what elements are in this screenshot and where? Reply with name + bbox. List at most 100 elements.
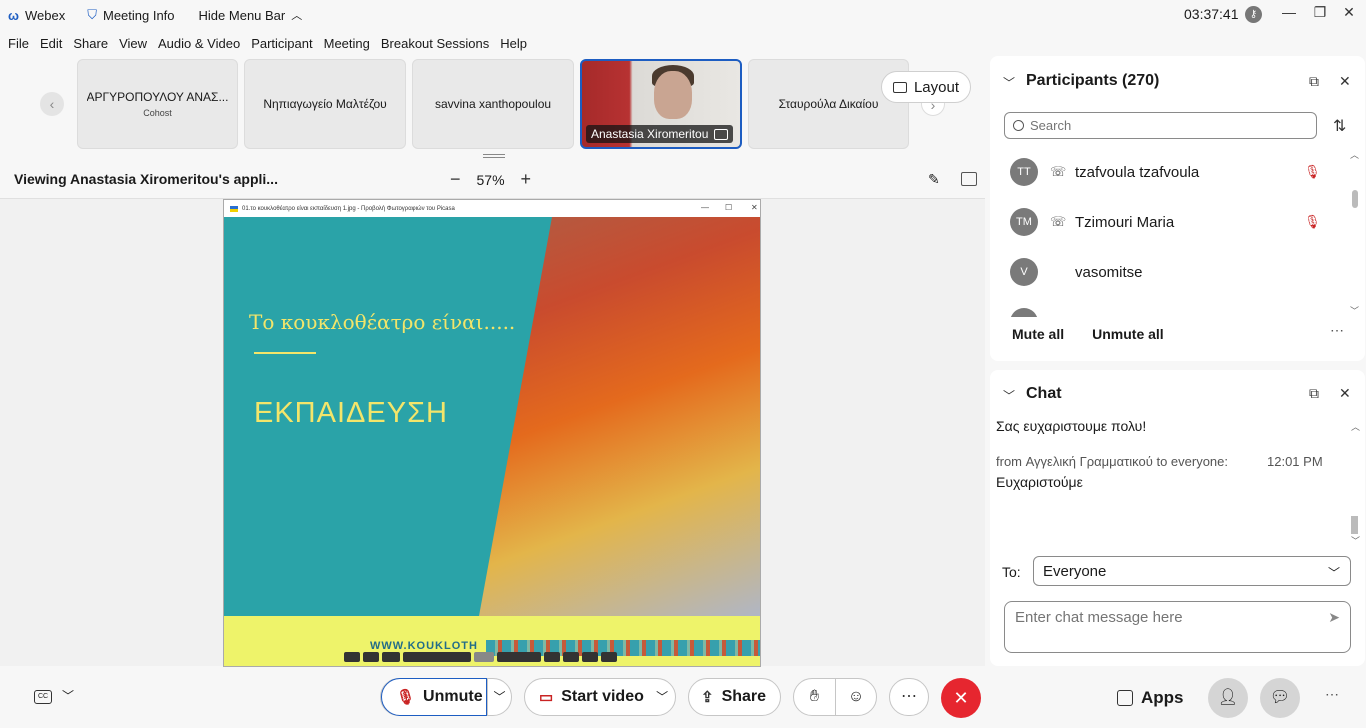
video-tile[interactable]: Νηπιαγωγείο Μαλτέζου bbox=[244, 59, 406, 149]
chat-message-input[interactable] bbox=[1015, 609, 1315, 626]
phone-icon: ☏ bbox=[1050, 214, 1067, 229]
apps-button[interactable]: Apps bbox=[1117, 688, 1184, 708]
captions-icon[interactable]: CC bbox=[34, 690, 52, 704]
shared-image: Το κουκλοθέατρο είναι..... ΕΚΠΑΙΔΕΥΣΗ bbox=[224, 217, 760, 616]
menu-file[interactable]: File bbox=[8, 36, 29, 51]
video-control: ▭ Start video ﹀ bbox=[524, 678, 676, 716]
restore-icon[interactable]: ❐ bbox=[1310, 4, 1330, 21]
video-options-chevron-icon[interactable]: ﹀ bbox=[649, 678, 675, 716]
menu-help[interactable]: Help bbox=[500, 36, 527, 51]
to-label: To: bbox=[1002, 564, 1021, 580]
annotate-icon[interactable]: ✎ bbox=[928, 172, 944, 186]
participant-tile-name: savvina xanthopoulou bbox=[434, 97, 552, 111]
webex-logo-icon: ω bbox=[8, 7, 19, 23]
reactions-icon[interactable]: ☺ bbox=[834, 678, 876, 716]
menu-audio-video[interactable]: Audio & Video bbox=[158, 36, 240, 51]
menu-breakout-sessions[interactable]: Breakout Sessions bbox=[381, 36, 489, 51]
resize-handle[interactable] bbox=[483, 154, 505, 158]
picasa-minimize-icon: — bbox=[701, 203, 709, 212]
avatar: TM bbox=[1010, 208, 1038, 236]
avatar: TT bbox=[1010, 158, 1038, 186]
video-tile[interactable]: Σταυρούλα Δικαίου bbox=[748, 59, 909, 149]
mic-muted-icon[interactable]: 🎙︎ bbox=[1304, 214, 1321, 230]
leave-meeting-icon[interactable]: ✕ bbox=[941, 678, 981, 718]
chevron-down-icon[interactable]: ﹀ bbox=[62, 687, 74, 704]
participants-toggle-icon[interactable]: 👤︎ bbox=[1208, 678, 1248, 718]
video-filmstrip: ‹ ΑΡΓΥΡΟΠΟΥΛΟΥ ΑΝΑΣ... Cohost Νηπιαγωγεί… bbox=[0, 56, 985, 154]
share-icon: ⇪ bbox=[701, 689, 714, 706]
participant-tile-name: ΑΡΓΥΡΟΠΟΥΛΟΥ ΑΝΑΣ... bbox=[86, 90, 229, 104]
participants-title: Participants (270) bbox=[1026, 72, 1160, 89]
meeting-toolbar: CC ﹀ 🎙︎ Unmute ﹀ ▭ Start video ﹀ ⇪ Share… bbox=[0, 668, 1366, 728]
apps-icon bbox=[1117, 690, 1133, 706]
shield-icon: ⛉ bbox=[87, 7, 97, 22]
hide-menu-bar-button[interactable]: Hide Menu Bar ︿ bbox=[199, 7, 303, 23]
unmute-all-button[interactable]: Unmute all bbox=[1092, 326, 1164, 342]
more-icon[interactable]: ⋯ bbox=[889, 678, 929, 716]
picasa-title-bar: 01.το κουκλοθέατρο είναι εκπαίδευση 1.jp… bbox=[224, 200, 760, 217]
menu-meeting[interactable]: Meeting bbox=[324, 36, 370, 51]
participant-row[interactable]: V ☏ vasomitse bbox=[1010, 252, 1340, 292]
video-tile[interactable]: ΑΡΓΥΡΟΠΟΥΛΟΥ ΑΝΑΣ... Cohost bbox=[77, 59, 238, 149]
share-button[interactable]: ⇪ Share bbox=[688, 678, 781, 716]
zoom-out-icon[interactable]: − bbox=[450, 169, 461, 190]
shared-screen: 01.το κουκλοθέατρο είναι εκπαίδευση 1.jp… bbox=[223, 199, 761, 667]
layout-icon bbox=[892, 81, 907, 93]
minimize-icon[interactable]: — bbox=[1279, 4, 1299, 20]
viewing-label: Viewing Anastasia Xiromeritou's appli... bbox=[14, 171, 278, 187]
video-tile[interactable]: savvina xanthopoulou bbox=[412, 59, 574, 149]
participants-scrollbar[interactable]: ︿ ﹀ bbox=[1350, 150, 1359, 316]
toolbar-more-icon[interactable]: ⋯ bbox=[1325, 686, 1339, 703]
layout-button[interactable]: Layout bbox=[881, 71, 971, 103]
participant-row[interactable]: TM ☏ Tzimouri Maria 🎙︎ bbox=[1010, 202, 1340, 242]
participant-tile-name: Σταυρούλα Δικαίου bbox=[778, 97, 879, 111]
collapse-chat-icon[interactable]: ﹀ bbox=[1003, 387, 1015, 404]
collapse-participants-icon[interactable]: ﹀ bbox=[1003, 74, 1015, 91]
unmute-control: 🎙︎ Unmute ﹀ bbox=[380, 678, 512, 716]
popout-participants-icon[interactable]: ⧉ bbox=[1309, 73, 1319, 90]
meeting-clock: 03:37:41 bbox=[1184, 6, 1239, 22]
image-divider bbox=[254, 352, 316, 354]
scrollbar-thumb[interactable] bbox=[1351, 516, 1358, 534]
menu-view[interactable]: View bbox=[119, 36, 147, 51]
more-options-icon[interactable]: ⋯ bbox=[1330, 322, 1344, 339]
speaker-label: Anastasia Xiromeritou bbox=[586, 125, 734, 143]
close-window-icon[interactable]: ✕ bbox=[1339, 4, 1359, 21]
audio-options-chevron-icon[interactable]: ﹀ bbox=[487, 678, 511, 716]
menu-edit[interactable]: Edit bbox=[40, 36, 62, 51]
recipient-select[interactable]: Everyone ﹀ bbox=[1033, 556, 1351, 586]
start-video-button[interactable]: ▭ Start video bbox=[525, 678, 649, 716]
raise-hand-icon[interactable]: ✋︎ bbox=[794, 688, 835, 706]
chat-scrollbar[interactable]: ︿ ﹀ bbox=[1350, 422, 1360, 548]
active-speaker-tile[interactable]: Anastasia Xiromeritou bbox=[580, 59, 742, 149]
picasa-controls bbox=[344, 652, 644, 663]
sort-icon[interactable]: ⇅ bbox=[1333, 116, 1346, 136]
meeting-info-button[interactable]: ⛉ Meeting Info bbox=[87, 7, 174, 23]
mute-all-button[interactable]: Mute all bbox=[1012, 326, 1064, 342]
shared-content-area: 01.το κουκλοθέατρο είναι εκπαίδευση 1.jp… bbox=[0, 198, 985, 667]
participant-search[interactable] bbox=[1004, 112, 1317, 139]
zoom-control: − 57% + bbox=[450, 169, 531, 190]
chevron-up-icon: ︿ bbox=[291, 10, 303, 22]
menu-share[interactable]: Share bbox=[73, 36, 108, 51]
display-icon[interactable] bbox=[961, 172, 977, 186]
filmstrip-prev-icon[interactable]: ‹ bbox=[40, 92, 64, 116]
zoom-in-icon[interactable]: + bbox=[521, 169, 532, 190]
video-face bbox=[654, 71, 692, 119]
chat-input-box[interactable]: ➤ bbox=[1004, 601, 1351, 653]
scrollbar-thumb[interactable] bbox=[1352, 190, 1358, 208]
send-icon[interactable]: ➤ bbox=[1328, 609, 1340, 626]
phone-icon: ☏ bbox=[1050, 164, 1067, 179]
chat-toggle-icon[interactable]: 💬︎ bbox=[1260, 678, 1300, 718]
key-icon[interactable]: ⚷ bbox=[1245, 6, 1262, 23]
popout-chat-icon[interactable]: ⧉ bbox=[1309, 385, 1319, 402]
close-participants-icon[interactable]: ✕ bbox=[1339, 73, 1351, 90]
participant-row[interactable]: TT ☏ tzafvoula tzafvoula 🎙︎ bbox=[1010, 152, 1340, 192]
mic-muted-icon[interactable]: 🎙︎ bbox=[1304, 164, 1321, 180]
participant-row[interactable] bbox=[1010, 302, 1340, 317]
unmute-button[interactable]: 🎙︎ Unmute bbox=[381, 678, 487, 716]
search-input[interactable] bbox=[1030, 118, 1300, 133]
menu-participant[interactable]: Participant bbox=[251, 36, 312, 51]
sharing-icon bbox=[714, 128, 729, 140]
close-chat-icon[interactable]: ✕ bbox=[1339, 385, 1351, 402]
